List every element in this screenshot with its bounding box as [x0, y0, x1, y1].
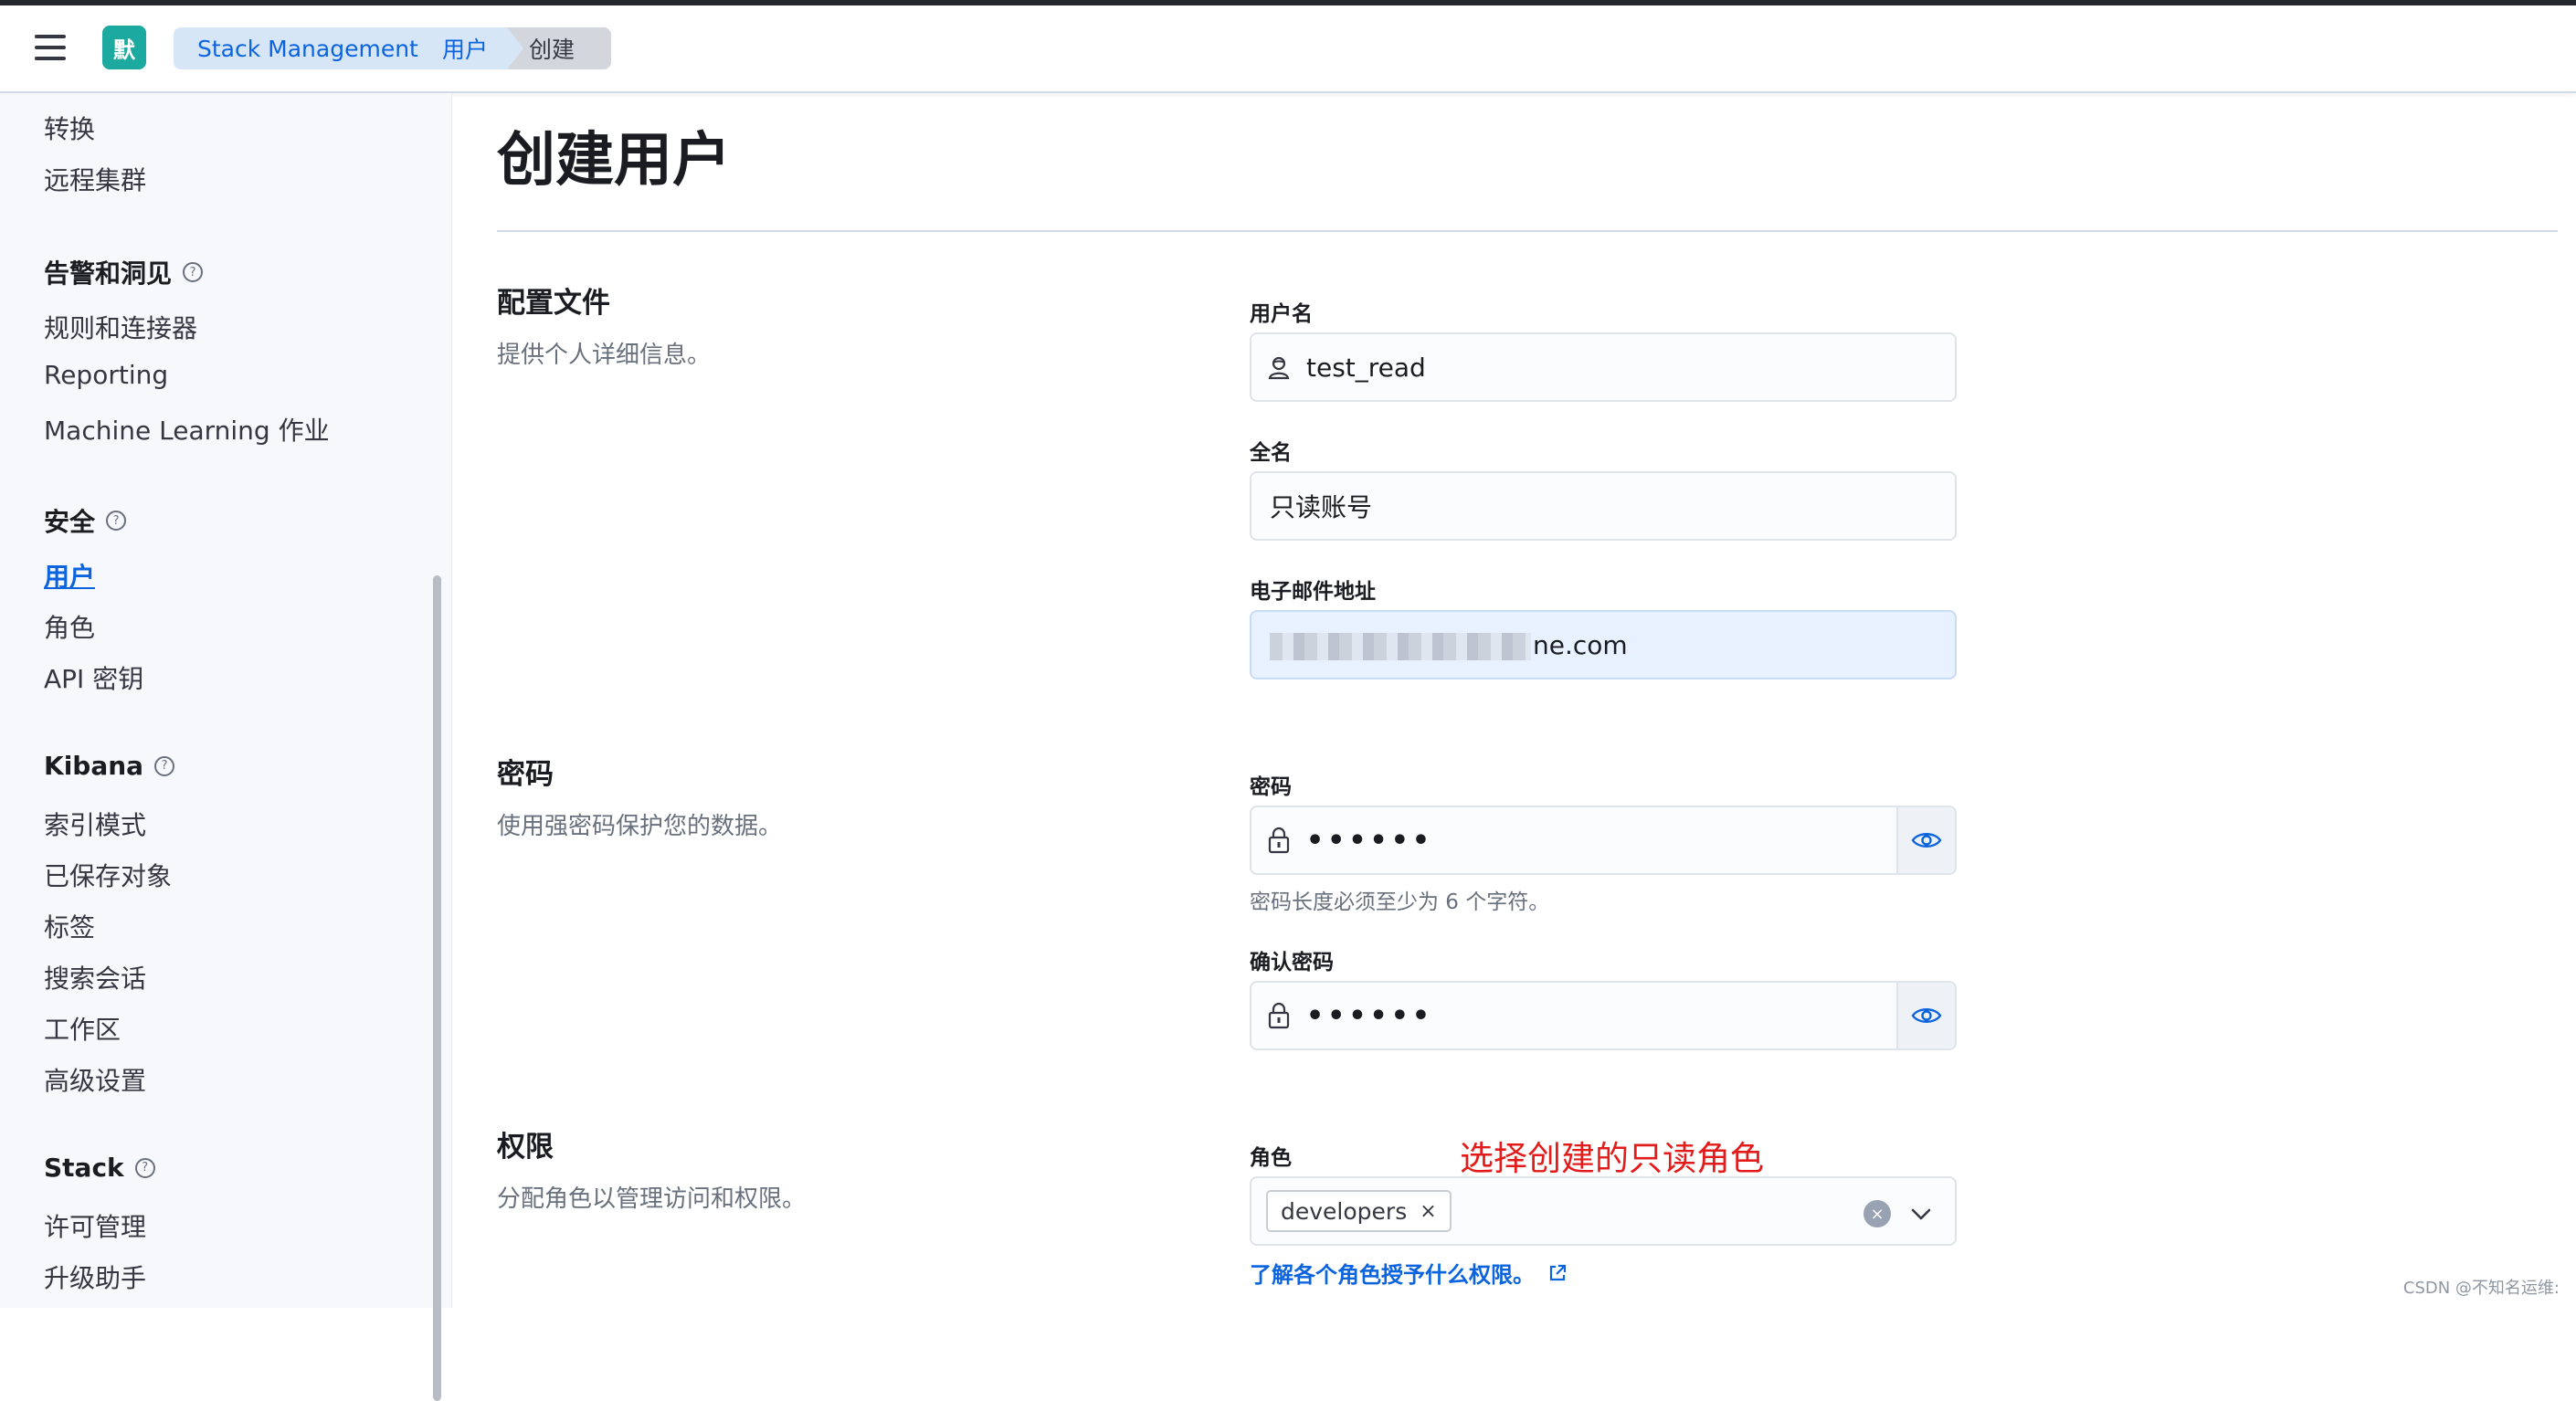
fullname-field[interactable]: 只读账号 — [1250, 471, 1957, 541]
confirm-password-value: •••••• — [1306, 999, 1434, 1032]
email-field[interactable]: ne.com — [1250, 610, 1957, 679]
help-icon[interactable]: ? — [154, 755, 175, 776]
sidebar-item-reporting[interactable]: Reporting — [44, 360, 168, 390]
sidebar-item-rules-connectors[interactable]: 规则和连接器 — [44, 309, 197, 345]
section-desc-password: 使用强密码保护您的数据。 — [497, 813, 783, 840]
clear-icon[interactable]: × — [1863, 1200, 1891, 1227]
sidebar-item-api-keys[interactable]: API 密钥 — [44, 659, 143, 696]
eye-icon[interactable] — [1896, 983, 1955, 1048]
sidebar-item-search-sessions[interactable]: 搜索会话 — [44, 959, 146, 995]
sidebar-group-kibana: Kibana ? — [44, 751, 175, 781]
sidebar-item-workspaces[interactable]: 工作区 — [44, 1010, 121, 1047]
role-chip-label: developers — [1281, 1197, 1408, 1225]
section-title-profile: 配置文件 — [497, 287, 610, 320]
password-field[interactable]: •••••• — [1250, 806, 1957, 875]
space-avatar[interactable]: 默 — [102, 26, 146, 69]
help-icon[interactable]: ? — [134, 1157, 155, 1178]
section-title-privileges: 权限 — [497, 1131, 554, 1164]
password-label: 密码 — [1250, 775, 1292, 799]
email-label: 电子邮件地址 — [1250, 580, 1376, 604]
sidebar-item-license[interactable]: 许可管理 — [44, 1207, 146, 1244]
lock-icon — [1251, 827, 1306, 854]
sidebar-item-users[interactable]: 用户 — [44, 557, 95, 594]
sidebar-item-remote-clusters[interactable]: 远程集群 — [44, 161, 146, 197]
roles-label: 角色 — [1250, 1146, 1292, 1170]
breadcrumb-stack-management[interactable]: Stack Management — [174, 27, 444, 69]
confirm-password-label: 确认密码 — [1250, 951, 1334, 974]
sidebar-item-index-patterns[interactable]: 索引模式 — [44, 806, 146, 842]
sidebar-item-upgrade-assistant[interactable]: 升级助手 — [44, 1259, 146, 1295]
menu-icon[interactable] — [35, 35, 66, 60]
chevron-down-icon[interactable] — [1906, 1198, 1937, 1229]
obscured-text — [1270, 632, 1531, 660]
sidebar-nav: 转换 远程集群 告警和洞见 ? 规则和连接器 Reporting Machine… — [0, 93, 452, 1401]
learn-roles-link-text: 了解各个角色授予什么权限。 — [1250, 1262, 1535, 1288]
role-chip: developers × — [1266, 1190, 1452, 1232]
email-value: ne.com — [1251, 630, 1628, 660]
help-icon[interactable]: ? — [183, 262, 204, 282]
sidebar-item-tags[interactable]: 标签 — [44, 908, 95, 944]
password-value: •••••• — [1306, 824, 1434, 857]
external-link-icon — [1547, 1263, 1568, 1283]
remove-role-icon[interactable]: × — [1420, 1200, 1436, 1223]
main-content: 创建用户 配置文件 提供个人详细信息。 用户名 test_read 全名 只读账… — [451, 93, 2576, 1308]
help-icon[interactable]: ? — [106, 511, 127, 531]
section-desc-privileges: 分配角色以管理访问和权限。 — [497, 1185, 807, 1213]
password-help-text: 密码长度必须至少为 6 个字符。 — [1250, 890, 1550, 914]
sidebar-item-ml-jobs[interactable]: Machine Learning 作业 — [44, 411, 330, 448]
watermark: CSDN @不知名运维: — [2402, 1279, 2560, 1298]
sidebar-group-alerts: 告警和洞见 ? — [44, 254, 204, 290]
sidebar-group-title: Kibana — [44, 751, 144, 781]
annotation-text: 选择创建的只读角色 — [1460, 1139, 1764, 1178]
username-field[interactable]: test_read — [1250, 332, 1957, 402]
sidebar-group-title: Stack — [44, 1153, 124, 1183]
fullname-value: 只读账号 — [1270, 492, 1373, 522]
learn-roles-link[interactable]: 了解各个角色授予什么权限。 — [1250, 1257, 1568, 1289]
section-title-password: 密码 — [497, 758, 554, 791]
sidebar-item-roles[interactable]: 角色 — [44, 608, 95, 645]
header-bar: 默 Stack Management 用户 创建 — [0, 5, 2576, 93]
sidebar-group-title: 告警和洞见 — [44, 258, 173, 289]
sidebar-group-stack: Stack ? — [44, 1153, 155, 1183]
sidebar-item-advanced-settings[interactable]: 高级设置 — [44, 1061, 146, 1098]
fullname-label: 全名 — [1250, 441, 1292, 465]
eye-icon[interactable] — [1896, 807, 1955, 873]
username-label: 用户名 — [1250, 302, 1313, 326]
title-divider — [497, 230, 2558, 232]
confirm-password-field[interactable]: •••••• — [1250, 981, 1957, 1050]
sidebar-item-saved-objects[interactable]: 已保存对象 — [44, 857, 172, 893]
sidebar-group-title: 安全 — [44, 507, 96, 537]
sidebar-group-security: 安全 ? — [44, 502, 127, 539]
page-title: 创建用户 — [497, 127, 731, 195]
username-value: test_read — [1306, 352, 1426, 383]
sidebar-item-transforms[interactable]: 转换 — [44, 110, 95, 146]
user-icon — [1251, 354, 1306, 380]
roles-combobox[interactable]: developers × × — [1250, 1176, 1957, 1246]
email-suffix: ne.com — [1533, 629, 1628, 660]
section-desc-profile: 提供个人详细信息。 — [497, 342, 712, 369]
sidebar-scrollbar[interactable] — [433, 575, 441, 1401]
lock-icon — [1251, 1002, 1306, 1029]
